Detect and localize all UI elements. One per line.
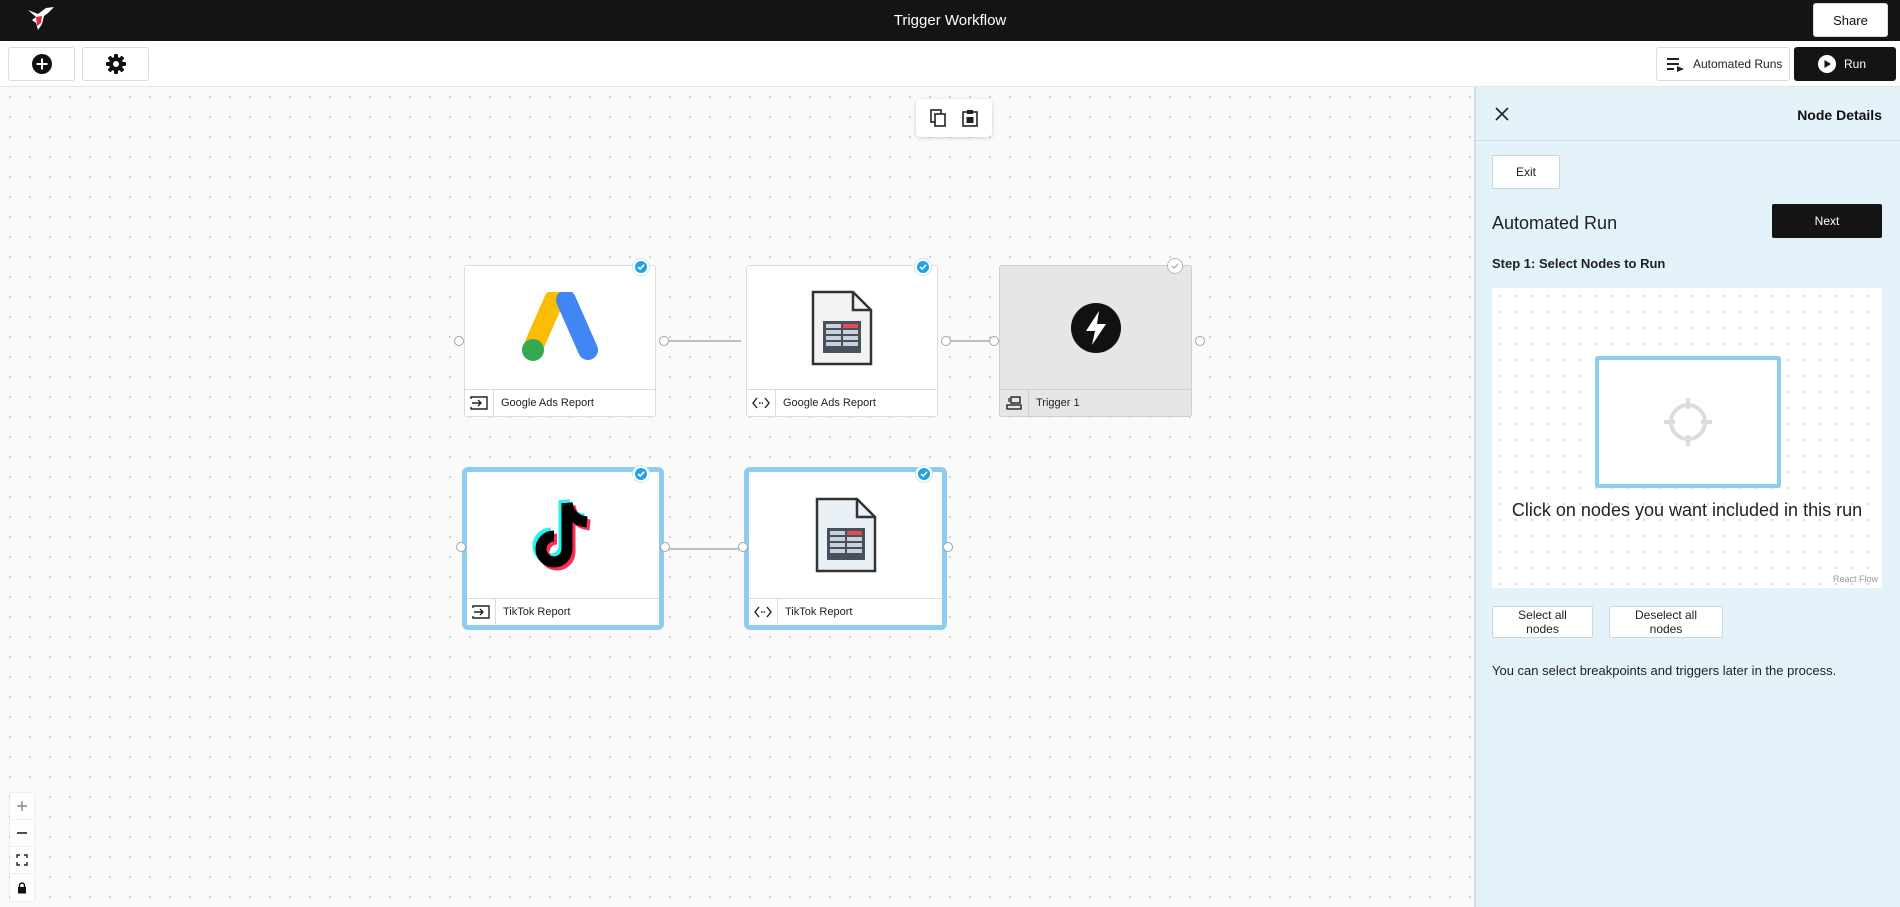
node-footer: TikTok Report <box>749 598 942 626</box>
target-handle[interactable] <box>989 336 999 346</box>
plus-circle-icon <box>31 54 52 74</box>
check-icon[interactable] <box>633 259 649 275</box>
node-body <box>1000 266 1191 389</box>
run-button[interactable]: Run <box>1794 47 1896 81</box>
mini-flow-canvas[interactable]: Click on nodes you want included in this… <box>1492 288 1882 588</box>
list-play-icon <box>1667 58 1684 72</box>
exit-button[interactable]: Exit <box>1492 155 1560 189</box>
tiktok-icon <box>532 498 591 571</box>
app-title: Trigger Workflow <box>893 12 1007 29</box>
play-icon <box>1818 55 1836 73</box>
trigger-icon <box>1000 389 1029 417</box>
node-tiktok-input[interactable]: TikTok Report <box>456 466 670 630</box>
source-handle[interactable] <box>659 336 669 346</box>
panel-title: Node Details <box>1797 107 1882 123</box>
gear-icon <box>105 54 126 74</box>
spreadsheet-file-icon <box>815 497 876 573</box>
automated-runs-label: Automated Runs <box>1693 57 1783 71</box>
check-icon[interactable] <box>915 259 931 275</box>
share-button[interactable]: Share <box>1813 3 1888 37</box>
check-icon[interactable] <box>1167 258 1183 274</box>
source-handle[interactable] <box>941 336 951 346</box>
close-icon[interactable] <box>1490 102 1514 126</box>
mini-placeholder-node[interactable] <box>1595 356 1781 488</box>
node-details-panel: Node Details Exit Automated Run Next Ste… <box>1474 87 1900 907</box>
step-label: Step 1: Select Nodes to Run <box>1492 256 1666 271</box>
next-button[interactable]: Next <box>1772 204 1882 238</box>
crosshair-icon <box>1664 398 1712 446</box>
fit-view-icon[interactable] <box>10 847 34 874</box>
node-google-ads-transform[interactable]: Google Ads Report <box>746 259 951 417</box>
target-handle[interactable] <box>456 542 466 552</box>
source-handle[interactable] <box>660 542 670 552</box>
target-handle[interactable] <box>454 336 464 346</box>
node-footer: Google Ads Report <box>465 389 655 417</box>
input-arrow-icon <box>467 598 496 626</box>
select-all-nodes-button[interactable]: Select all nodes <box>1492 606 1593 638</box>
zoom-out-icon[interactable] <box>10 820 34 847</box>
react-flow-attribution[interactable]: React Flow <box>1833 574 1878 584</box>
input-arrow-icon <box>465 389 494 417</box>
node-body <box>465 266 655 389</box>
node-label: TikTok Report <box>503 606 571 618</box>
node-tiktok-transform[interactable]: TikTok Report <box>738 466 953 630</box>
node-label: TikTok Report <box>785 606 853 618</box>
settings-button[interactable] <box>82 47 149 81</box>
node-trigger[interactable]: Trigger 1 <box>989 258 1205 417</box>
node-label: Trigger 1 <box>1036 397 1080 409</box>
automated-runs-button[interactable]: Automated Runs <box>1656 47 1790 81</box>
code-icon <box>749 598 778 626</box>
mini-flow-message: Click on nodes you want included in this… <box>1511 500 1863 520</box>
node-footer: TikTok Report <box>467 598 659 626</box>
node-google-ads-input[interactable]: Google Ads Report <box>454 259 669 417</box>
zoom-controls <box>10 793 34 901</box>
node-footer: Google Ads Report <box>747 389 937 417</box>
google-ads-icon <box>522 291 598 361</box>
node-label: Google Ads Report <box>501 397 594 409</box>
node-body <box>749 472 942 598</box>
node-label: Google Ads Report <box>783 397 876 409</box>
workflow-canvas[interactable]: Google Ads Report Google Ads Report Trig… <box>0 87 1474 907</box>
lock-icon[interactable] <box>10 874 34 901</box>
check-icon[interactable] <box>916 466 932 482</box>
node-body <box>747 266 937 389</box>
top-bar: Trigger Workflow Share <box>0 0 1900 41</box>
toolbar: Automated Runs Run <box>0 41 1900 87</box>
source-handle[interactable] <box>1195 336 1205 346</box>
lightning-icon <box>1070 302 1121 353</box>
zoom-in-icon[interactable] <box>10 793 34 820</box>
run-label: Run <box>1844 57 1867 71</box>
panel-header: Node Details <box>1476 87 1900 141</box>
hint-text: You can select breakpoints and triggers … <box>1492 663 1837 678</box>
spreadsheet-file-icon <box>811 290 873 365</box>
add-node-button[interactable] <box>8 47 75 81</box>
automated-run-heading: Automated Run <box>1492 213 1618 233</box>
target-handle[interactable] <box>738 542 748 552</box>
node-body <box>467 472 659 598</box>
deselect-all-nodes-button[interactable]: Deselect all nodes <box>1609 606 1723 638</box>
code-icon <box>747 389 776 417</box>
check-icon[interactable] <box>633 466 649 482</box>
edge-layer <box>667 340 990 550</box>
source-handle[interactable] <box>943 542 953 552</box>
node-footer: Trigger 1 <box>1000 389 1191 417</box>
